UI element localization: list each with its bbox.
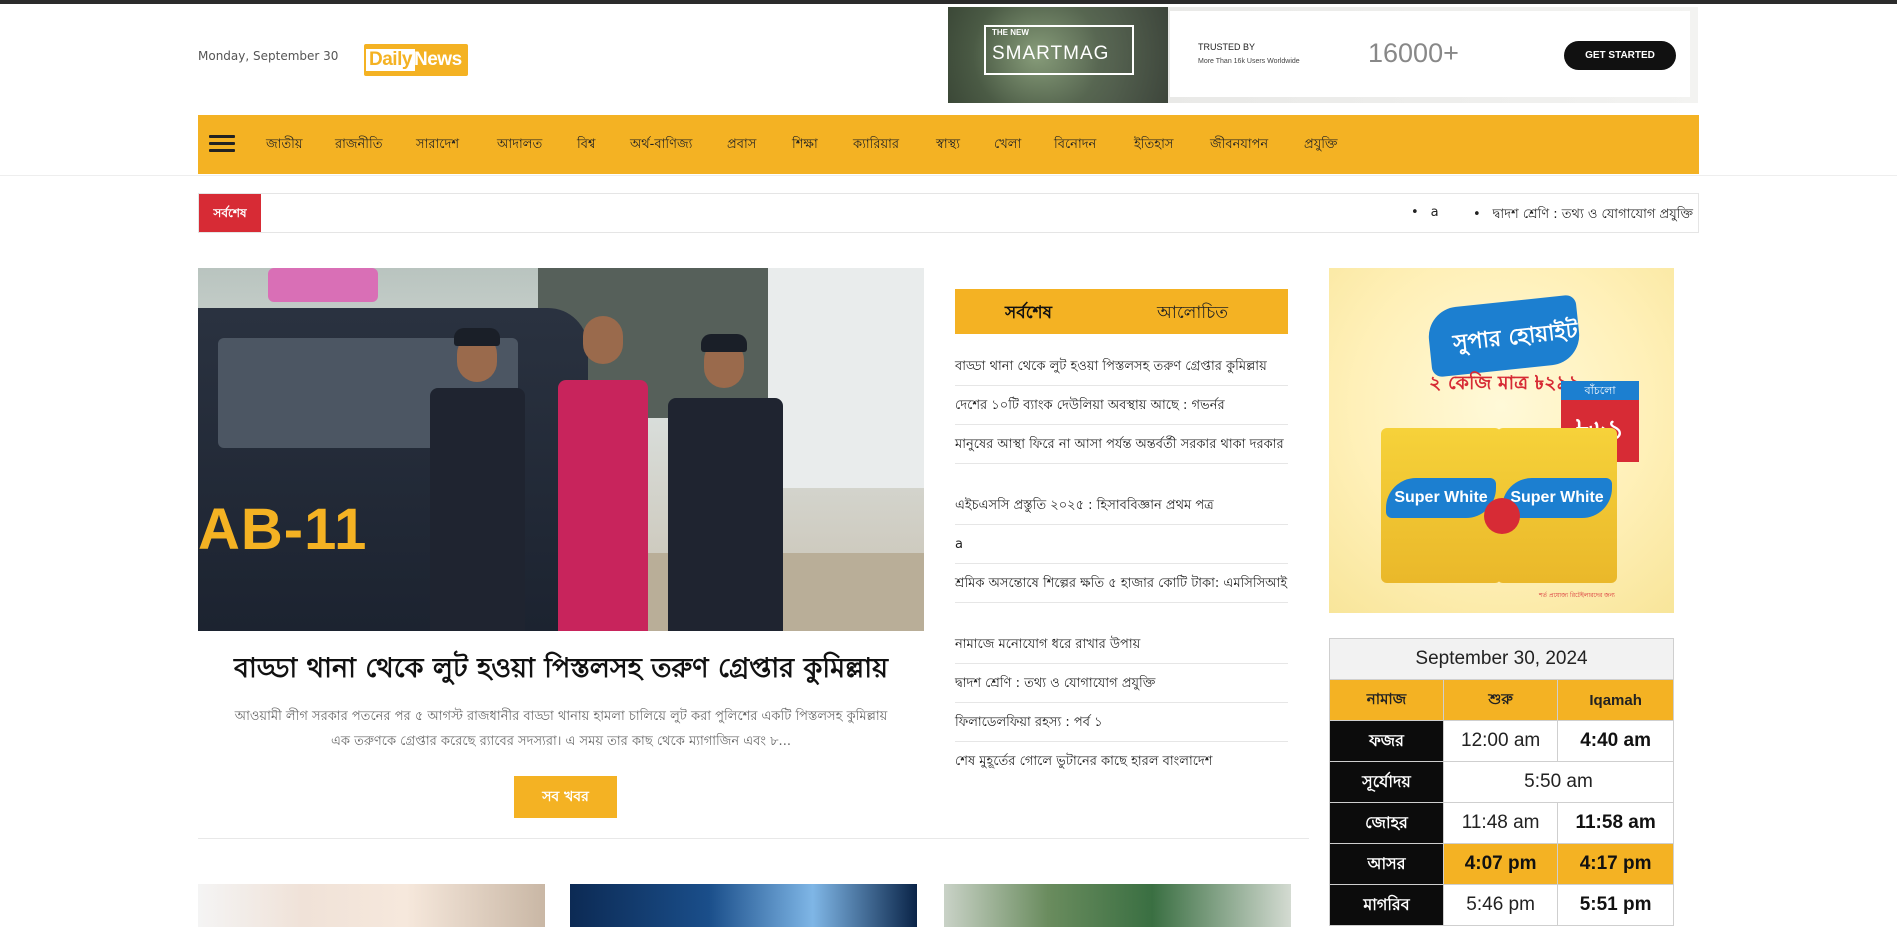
prayer-single-time: 5:50 am (1443, 761, 1674, 803)
nav-item-education[interactable]: শিক্ষা (792, 135, 818, 156)
nav-item-world[interactable]: বিশ্ব (577, 135, 595, 156)
nav-item-business[interactable]: অর্থ-বাণিজ্য (630, 135, 692, 156)
logo-word-news: News (414, 49, 462, 70)
prayer-row-sunrise: সূর্যোদয় 5:50 am (1329, 761, 1674, 803)
prayer-start: 5:46 pm (1442, 884, 1559, 926)
prayer-iqamah: 11:58 am (1557, 802, 1674, 844)
banner-trusted: TRUSTED BY (1198, 42, 1256, 52)
header-date: Monday, September 30 (198, 49, 339, 63)
ticker-item[interactable]: দ্বাদশ শ্রেণি : তথ্য ও যোগাযোগ প্রযুক্তি (1473, 205, 1693, 226)
banner-box-big-text: SMARTMAG (992, 43, 1110, 64)
ad-badge-top: বাঁচলো (1561, 381, 1639, 401)
lead-story-image[interactable]: AB-11 (198, 268, 924, 631)
nav-item-health[interactable]: স্বাস্থ্য (936, 135, 960, 156)
list-item[interactable]: দ্বাদশ শ্রেণি : তথ্য ও যোগাযোগ প্রযুক্তি (955, 673, 1288, 703)
prayer-iqamah: 4:17 pm (1557, 843, 1674, 885)
prayer-name: আসর (1329, 843, 1444, 885)
prayer-start: 12:00 am (1442, 720, 1559, 762)
prayer-row-maghrib: মাগরিব 5:46 pm 5:51 pm (1329, 884, 1674, 926)
prayer-row-dhuhr: জোহর 11:48 am 11:58 am (1329, 802, 1674, 844)
nav-item-country[interactable]: সারাদেশ (416, 135, 459, 156)
prayer-start: 4:07 pm (1442, 843, 1559, 885)
banner-sub: More Than 16k Users Worldwide (1198, 58, 1300, 65)
list-item[interactable]: মানুষের আস্থা ফিরে না আসা পর্যন্ত অন্তর্… (955, 434, 1288, 464)
van-label: AB-11 (198, 497, 368, 562)
prayer-row-asr: আসর 4:07 pm 4:17 pm (1329, 843, 1674, 885)
list-item[interactable]: নামাজে মনোযোগ ধরে রাখার উপায় (955, 634, 1288, 664)
story-thumbnail[interactable] (198, 884, 545, 927)
header-divider (0, 175, 1897, 176)
lead-story-title[interactable]: বাড্ডা থানা থেকে লুট হওয়া পিস্তলসহ তরুণ… (198, 648, 924, 693)
list-item[interactable]: বাড্ডা থানা থেকে লুট হওয়া পিস্তলসহ তরুণ… (955, 356, 1288, 386)
story-thumbnail[interactable] (570, 884, 917, 927)
banner-ad[interactable]: THE NEW SMARTMAG TRUSTED BY More Than 16… (948, 7, 1698, 103)
tab-latest[interactable]: সর্বশেষ (1005, 300, 1052, 328)
logo-word-daily: Daily (366, 49, 415, 71)
ad-price: ২ কেজি মাত্র ৳২৯৯ (1429, 372, 1582, 394)
nav-item-probash[interactable]: প্রবাস (727, 135, 756, 156)
excerpt-line: আওয়ামী লীগ সরকার পতনের পর ৫ আগস্ট রাজধা… (234, 709, 888, 724)
ticker-label: সর্বশেষ (199, 194, 261, 232)
lead-story-excerpt: আওয়ামী লীগ সরকার পতনের পর ৫ আগস্ট রাজধা… (198, 704, 924, 754)
list-item[interactable]: এইচএসসি প্রস্তুতি ২০২৫ : হিসাববিজ্ঞান প্… (955, 495, 1288, 525)
prayer-iqamah: 4:40 am (1557, 720, 1674, 762)
story-thumbnail[interactable] (944, 884, 1291, 927)
prayer-name: ফজর (1329, 720, 1444, 762)
nav-item-history[interactable]: ইতিহাস (1134, 135, 1173, 156)
nav-item-entertainment[interactable]: বিনোদন (1054, 135, 1096, 156)
banner-count: 16000+ (1368, 38, 1459, 68)
prayer-times-widget: September 30, 2024 নামাজ শুরু Iqamah ফজর… (1329, 638, 1674, 926)
list-item[interactable]: a (955, 534, 1288, 564)
prayer-header-start: শুরু (1442, 679, 1559, 721)
nav-item-sports[interactable]: খেলা (994, 135, 1021, 156)
list-item[interactable]: দেশের ১০টি ব্যাংক দেউলিয়া অবস্থায় আছে … (955, 395, 1288, 425)
prayer-name: মাগরিব (1329, 884, 1444, 926)
nav-item-politics[interactable]: রাজনীতি (335, 135, 383, 156)
ribbon-bow-icon (1484, 498, 1520, 534)
tab-popular[interactable]: আলোচিত (1157, 300, 1228, 328)
banner-get-started-button[interactable]: GET STARTED (1564, 41, 1676, 70)
window-top-border (0, 0, 1897, 4)
main-nav: জাতীয় রাজনীতি সারাদেশ আদালত বিশ্ব অর্থ-… (198, 115, 1699, 174)
ad-footnote: শর্ত প্রযোজ্য রিটেইলারদের জন্য (1539, 592, 1615, 599)
prayer-header-name: নামাজ (1329, 679, 1444, 721)
prayer-row-fajr: ফজর 12:00 am 4:40 am (1329, 720, 1674, 762)
prayer-iqamah: 5:51 pm (1557, 884, 1674, 926)
hamburger-menu-icon[interactable] (209, 135, 235, 153)
site-logo[interactable]: Daily News (364, 44, 468, 76)
nav-item-court[interactable]: আদালত (497, 135, 542, 156)
prayer-start: 11:48 am (1442, 802, 1559, 844)
prayer-date: September 30, 2024 (1329, 638, 1674, 680)
prayer-name: সূর্যোদয় (1329, 761, 1444, 803)
breaking-ticker: সর্বশেষ a দ্বাদশ শ্রেণি : তথ্য ও যোগাযোগ… (198, 193, 1699, 233)
excerpt-line: এক তরুণকে গ্রেপ্তার করেছে র‍্যাবের সদস্য… (331, 734, 791, 749)
ticker-item[interactable]: a (1411, 205, 1439, 220)
all-news-button[interactable]: সব খবর (514, 776, 617, 818)
prayer-name: জোহর (1329, 802, 1444, 844)
nav-item-career[interactable]: ক্যারিয়ার (853, 135, 899, 156)
nav-item-technology[interactable]: প্রযুক্তি (1304, 135, 1338, 156)
ad-pack-label: Super White (1386, 478, 1496, 518)
list-item[interactable]: শেষ মুহূর্তের গোলে ভুটানের কাছে হারল বাং… (955, 751, 1288, 780)
nav-item-lifestyle[interactable]: জীবনযাপন (1210, 135, 1268, 156)
list-item[interactable]: ফিলাডেলফিয়া রহস্য : পর্ব ১ (955, 712, 1288, 742)
list-item[interactable]: শ্রমিক অসন্তোষে শিল্পের ক্ষতি ৫ হাজার কো… (955, 573, 1288, 603)
banner-box-small-text: THE NEW (992, 28, 1029, 37)
prayer-header-iqamah: Iqamah (1557, 679, 1674, 721)
nav-item-national[interactable]: জাতীয় (266, 135, 303, 156)
side-ad[interactable]: সুপার হোয়াইট ২ কেজি মাত্র ৳২৯৯ বাঁচলো ৳… (1329, 268, 1674, 613)
news-tabs: সর্বশেষ আলোচিত (955, 289, 1288, 334)
content-divider (198, 838, 1309, 839)
